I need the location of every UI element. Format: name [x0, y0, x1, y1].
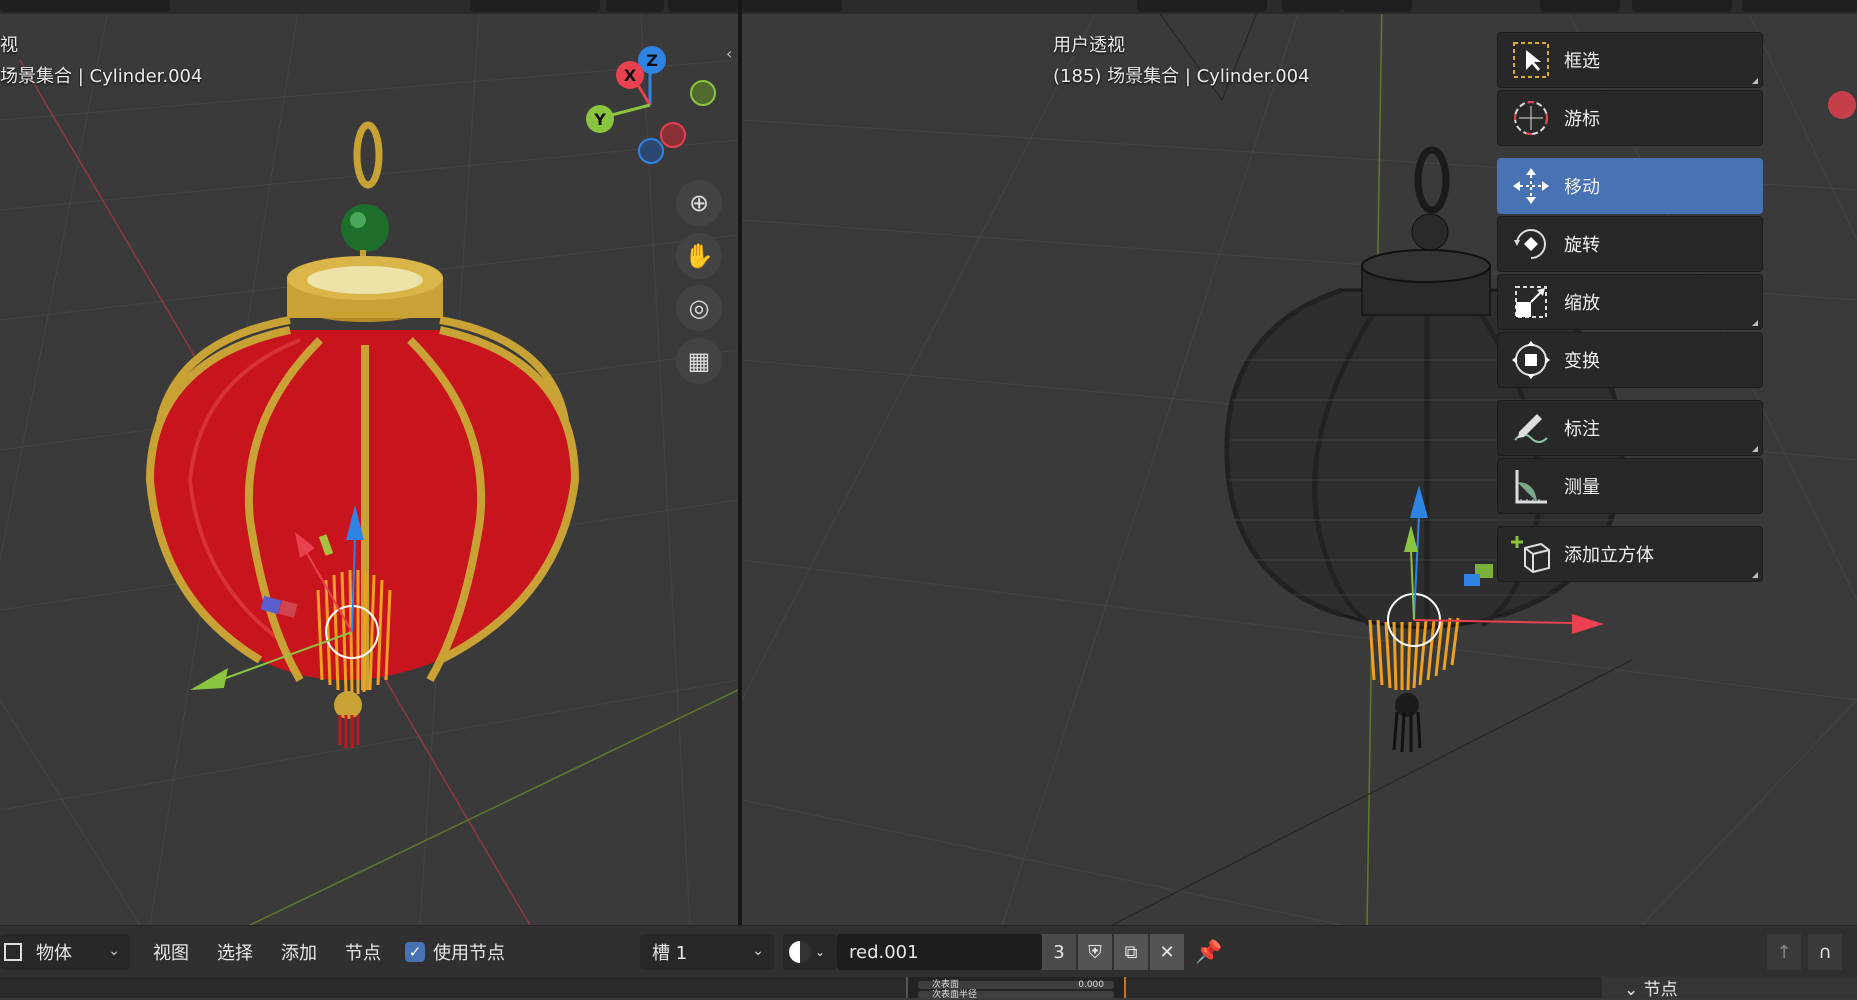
lantern-hook	[353, 121, 383, 189]
fake-user-shield-icon[interactable]: ⛨	[1078, 934, 1112, 970]
subsurface-field[interactable]: 次表面 0.000	[918, 981, 1114, 990]
chevron-down-icon: ⌄	[1624, 980, 1639, 998]
measure-icon	[1515, 470, 1547, 504]
chevron-down-icon: ⌄	[752, 943, 764, 959]
svg-text:Y: Y	[593, 110, 606, 129]
menu-node[interactable]: 节点	[345, 926, 381, 978]
tool-select-box[interactable]: 框选	[1497, 32, 1763, 88]
tool-scale[interactable]: 缩放	[1497, 274, 1763, 330]
object-mode-dropdown[interactable]: 物体 ⌄	[0, 934, 130, 970]
camera-view-icon[interactable]: ◎	[676, 285, 722, 331]
slot-dropdown[interactable]: 槽 1 ⌄	[640, 934, 774, 970]
node-editor-canvas[interactable]: 次表面 0.000 次表面半径 ⌄ 节点	[0, 977, 1857, 1000]
left-viewport[interactable]: 视 场景集合 | Cylinder.004 Z X Y ⊕ ✋ ◎ ▦ ‹	[0, 0, 738, 925]
add-cube-icon	[1511, 536, 1550, 574]
material-browse-dropdown[interactable]: ⌄	[783, 934, 837, 970]
object-mode-icon	[4, 943, 22, 961]
material-user-count[interactable]: 3	[1042, 934, 1076, 970]
right-viewport[interactable]: 用户透视 (185) 场景集合 | Cylinder.004 框选 游标 移动 …	[742, 0, 1857, 925]
tool-add-cube[interactable]: 添加立方体	[1497, 526, 1763, 582]
menu-select[interactable]: 选择	[217, 926, 253, 978]
zoom-icon[interactable]: ⊕	[676, 180, 722, 226]
rotate-icon	[1514, 229, 1546, 259]
node-mini-panel: 次表面 0.000 次表面半径	[906, 977, 1126, 1000]
menu-view[interactable]: 视图	[153, 926, 189, 978]
tool-transform[interactable]: 变换	[1497, 332, 1763, 388]
close-icon[interactable]: ✕	[1150, 934, 1184, 970]
pan-hand-icon[interactable]: ✋	[676, 233, 722, 279]
tool-measure[interactable]: 测量	[1497, 458, 1763, 514]
node-panel-header[interactable]: ⌄ 节点	[1602, 977, 1857, 998]
svg-text:X: X	[624, 66, 637, 85]
gizmo-y-arrow[interactable]	[190, 668, 228, 690]
select-box-icon	[1513, 42, 1549, 78]
material-name-field[interactable]: red.001	[837, 934, 1042, 970]
svg-text:Z: Z	[646, 51, 658, 70]
shader-editor-header: 物体 ⌄ 视图 选择 添加 节点 ✓ 使用节点 槽 1 ⌄ ⌄ red.001 …	[0, 925, 1857, 978]
parent-node-tree-icon[interactable]: ↑	[1767, 934, 1801, 970]
chevron-down-icon: ⌄	[815, 945, 826, 959]
tool-annotate[interactable]: 标注	[1497, 400, 1763, 456]
duplicate-material-icon[interactable]: ⧉	[1114, 934, 1148, 970]
checkmark-icon: ✓	[405, 942, 425, 962]
chevron-down-icon: ⌄	[108, 943, 120, 959]
transform-icon	[1512, 341, 1550, 379]
material-sphere-icon	[789, 941, 811, 963]
tool-move[interactable]: 移动	[1497, 158, 1763, 214]
toolbar-collapse-icon[interactable]: ‹	[726, 44, 732, 63]
move-icon	[1513, 168, 1549, 204]
perspective-grid-icon[interactable]: ▦	[676, 338, 722, 384]
tool-cursor[interactable]: 游标	[1497, 90, 1763, 146]
gizmo-x-ball-right[interactable]	[1828, 91, 1856, 119]
snap-magnet-icon[interactable]: ∩	[1808, 934, 1842, 970]
lantern-bead	[341, 204, 389, 252]
menu-add[interactable]: 添加	[281, 926, 317, 978]
tool-rotate[interactable]: 旋转	[1497, 216, 1763, 272]
use-nodes-checkbox[interactable]: ✓ 使用节点	[405, 926, 505, 978]
pin-icon[interactable]: 📌	[1195, 926, 1222, 978]
gizmo-x-arrow-right[interactable]	[1572, 614, 1604, 634]
cursor-icon	[1514, 101, 1548, 135]
annotate-icon	[1514, 414, 1548, 443]
navigation-gizmo[interactable]: Z X Y	[580, 40, 720, 170]
scale-icon	[1515, 286, 1547, 318]
